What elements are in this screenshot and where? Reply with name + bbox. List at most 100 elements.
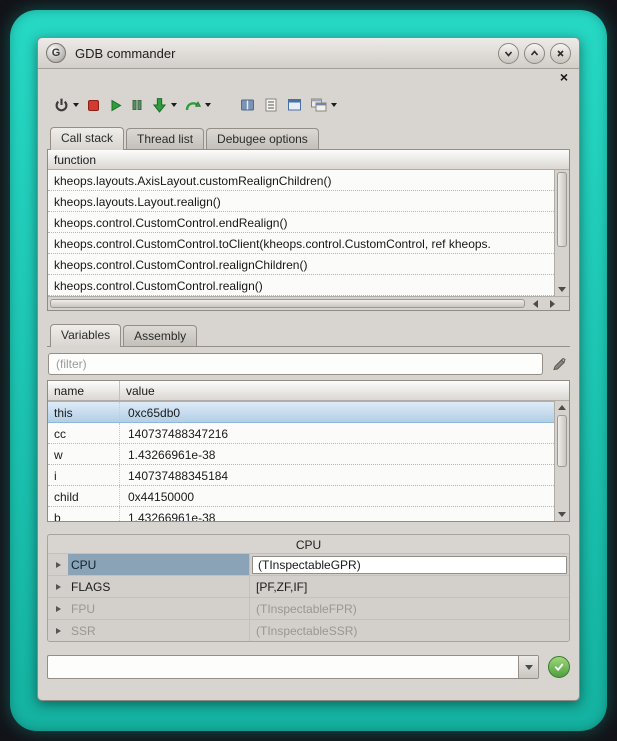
expander-icon[interactable]: [48, 606, 68, 612]
table-row[interactable]: child 0x44150000: [48, 486, 554, 507]
var-value: 0x44150000: [120, 486, 554, 506]
command-input[interactable]: [52, 657, 516, 677]
cpu-row[interactable]: FLAGS [PF,ZF,IF]: [48, 575, 569, 597]
titlebar[interactable]: G GDB commander: [38, 38, 579, 69]
scrollbar-thumb[interactable]: [50, 299, 525, 308]
callstack-row[interactable]: kheops.control.CustomControl.endRealign(…: [48, 212, 554, 233]
register-group-value: (TInspectableSSR): [250, 624, 569, 638]
cpu-group-title: CPU: [48, 535, 569, 553]
callstack-row[interactable]: kheops.layouts.Layout.realign(): [48, 191, 554, 212]
step-over-button[interactable]: [184, 94, 211, 116]
callstack-row[interactable]: kheops.control.CustomControl.realignChil…: [48, 254, 554, 275]
register-value-field[interactable]: (TInspectableGPR): [252, 556, 567, 574]
pen-icon[interactable]: [549, 354, 569, 374]
inspector-tabbar: Variables Assembly: [47, 323, 570, 347]
process-windows-dropdown-icon[interactable]: [331, 103, 337, 107]
tab-assembly[interactable]: Assembly: [123, 325, 197, 346]
power-dropdown-icon[interactable]: [73, 103, 79, 107]
scroll-down-icon[interactable]: [555, 508, 569, 521]
scrollbar-thumb[interactable]: [557, 415, 567, 467]
watch-book-button[interactable]: [239, 94, 256, 116]
debug-windows-button[interactable]: [286, 94, 303, 116]
var-name: child: [48, 486, 120, 506]
cpu-groupbox: CPU CPU (TInspectableGPR) FLAGS [PF,ZF,I…: [47, 534, 570, 642]
callstack-row[interactable]: kheops.layouts.AxisLayout.customRealignC…: [48, 170, 554, 191]
cpu-row[interactable]: SSR (TInspectableSSR): [48, 619, 569, 641]
cpu-row[interactable]: FPU (TInspectableFPR): [48, 597, 569, 619]
var-name: i: [48, 465, 120, 485]
variables-vertical-scrollbar[interactable]: [554, 401, 569, 521]
var-value: 140737488347216: [120, 423, 554, 443]
scroll-left-icon[interactable]: [528, 297, 543, 310]
step-over-dropdown-icon[interactable]: [205, 103, 211, 107]
execute-ok-button[interactable]: [548, 656, 570, 678]
callstack-row[interactable]: kheops.control.CustomControl.toClient(kh…: [48, 233, 554, 254]
callstack-vertical-scrollbar[interactable]: [554, 170, 569, 296]
table-row[interactable]: this 0xc65db0: [48, 401, 554, 423]
var-value: 140737488345184: [120, 465, 554, 485]
tab-thread-list[interactable]: Thread list: [126, 128, 204, 149]
callstack-horizontal-scrollbar[interactable]: [48, 296, 569, 310]
minimize-button[interactable]: [498, 43, 519, 64]
variables-table: name value this 0xc65db0 cc 140737488347…: [47, 380, 570, 522]
scroll-down-icon[interactable]: [555, 283, 569, 296]
variables-rows: this 0xc65db0 cc 140737488347216 w 1.432…: [48, 401, 554, 521]
filter-input[interactable]: [48, 353, 543, 375]
scrollbar-thumb[interactable]: [557, 172, 567, 247]
expander-icon[interactable]: [48, 562, 68, 568]
var-value: 1.43266961e-38: [120, 507, 554, 521]
register-group-name: FPU: [68, 598, 250, 619]
variables-header-row: name value: [48, 381, 569, 401]
register-group-name: SSR: [68, 620, 250, 641]
var-value: 1.43266961e-38: [120, 444, 554, 464]
var-value: 0xc65db0: [120, 402, 554, 422]
command-combobox[interactable]: [47, 655, 539, 679]
scroll-right-icon[interactable]: [545, 297, 560, 310]
column-header-name[interactable]: name: [48, 381, 120, 400]
register-group-value: (TInspectableFPR): [250, 602, 569, 616]
var-name: b: [48, 507, 120, 521]
var-name: w: [48, 444, 120, 464]
step-into-button[interactable]: [151, 94, 177, 116]
expander-icon[interactable]: [48, 628, 68, 634]
stack-tabbar: Call stack Thread list Debugee options: [47, 126, 570, 150]
close-button[interactable]: [550, 43, 571, 64]
expander-icon[interactable]: [48, 584, 68, 590]
stop-button[interactable]: [86, 94, 101, 116]
client-area: ×: [38, 69, 579, 700]
tab-call-stack[interactable]: Call stack: [50, 127, 124, 150]
decorative-frame: G GDB commander ×: [10, 10, 607, 731]
gdb-commander-window: G GDB commander ×: [37, 37, 580, 701]
tab-variables[interactable]: Variables: [50, 324, 121, 347]
pause-button[interactable]: [130, 94, 144, 116]
scroll-up-icon[interactable]: [555, 401, 569, 414]
step-into-dropdown-icon[interactable]: [171, 103, 177, 107]
process-windows-button[interactable]: [310, 94, 337, 116]
command-row: [47, 655, 570, 679]
callstack-column-header[interactable]: function: [48, 150, 569, 170]
table-row[interactable]: w 1.43266961e-38: [48, 444, 554, 465]
callstack-rows: kheops.layouts.AxisLayout.customRealignC…: [48, 170, 554, 296]
dock-close-icon[interactable]: ×: [560, 69, 568, 85]
call-list-button[interactable]: [263, 94, 279, 116]
column-header-value[interactable]: value: [120, 381, 569, 400]
table-row[interactable]: b 1.43266961e-38: [48, 507, 554, 521]
callstack-row[interactable]: kheops.control.CustomControl.realign(): [48, 275, 554, 296]
power-button[interactable]: [53, 94, 79, 116]
tab-debugee-options[interactable]: Debugee options: [206, 128, 319, 149]
cpu-row[interactable]: CPU (TInspectableGPR): [48, 553, 569, 575]
run-button[interactable]: [108, 94, 123, 116]
var-name: this: [48, 402, 120, 422]
register-group-name: CPU: [68, 554, 250, 575]
maximize-button[interactable]: [524, 43, 545, 64]
register-group-name: FLAGS: [68, 576, 250, 597]
chevron-down-icon: [525, 665, 533, 670]
table-row[interactable]: cc 140737488347216: [48, 423, 554, 444]
combobox-dropdown-button[interactable]: [518, 656, 538, 678]
filter-row: [48, 353, 569, 375]
table-row[interactable]: i 140737488345184: [48, 465, 554, 486]
callstack-table: function kheops.layouts.AxisLayout.custo…: [47, 150, 570, 311]
register-group-value: [PF,ZF,IF]: [250, 580, 569, 594]
app-icon: G: [46, 43, 66, 63]
window-title: GDB commander: [75, 46, 175, 61]
